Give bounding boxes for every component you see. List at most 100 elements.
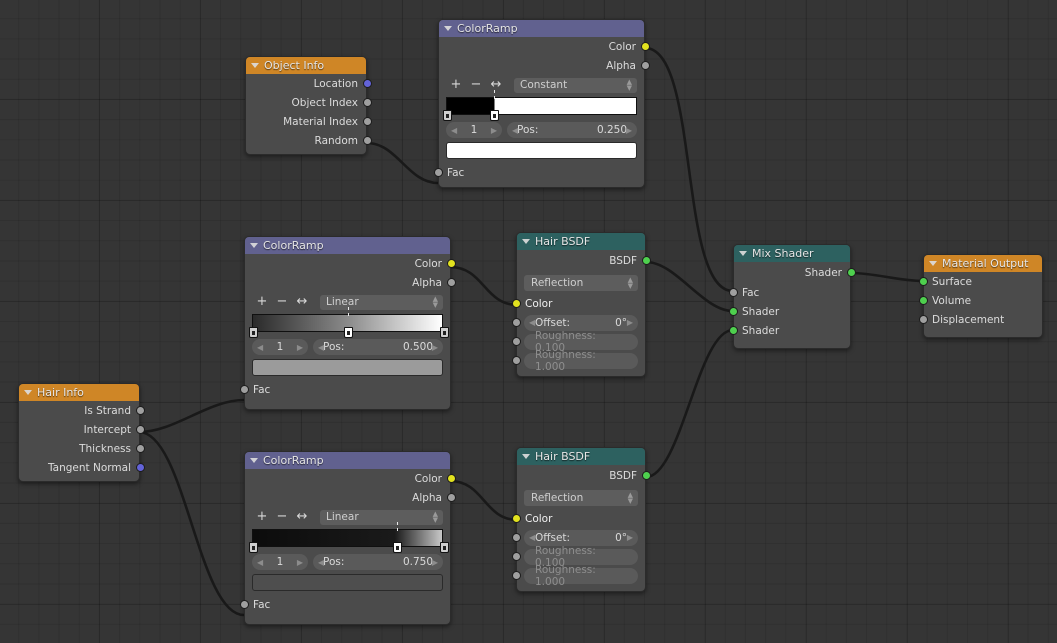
socket-fac[interactable] [240,600,249,609]
roughness-v-slider[interactable]: Roughness: 1.000 [524,568,638,584]
roughness-u-slider[interactable]: Roughness: 0.100 [524,334,638,350]
node-header-hair-info[interactable]: Hair Info [19,384,139,401]
output-socket-row-alpha[interactable]: Alpha [245,488,450,507]
decrement-icon[interactable]: ◀ [451,126,457,135]
socket-displacement[interactable] [919,315,928,324]
stop-color-swatch[interactable] [252,359,443,376]
node-header-colorramp-top[interactable]: ColorRamp [439,20,644,37]
output-socket-row-alpha[interactable]: Alpha [439,56,644,75]
offset-slider[interactable]: ◀ Offset: 0° ▶ [524,530,638,546]
increment-icon[interactable]: ▶ [627,533,633,542]
decrement-icon[interactable]: ◀ [512,126,518,135]
socket-bsdf[interactable] [642,471,651,480]
collapse-triangle-icon[interactable] [250,243,258,248]
output-socket-row-tangent-normal[interactable]: Tangent Normal [19,458,139,477]
stop-color-swatch[interactable] [252,574,443,591]
component-select[interactable]: Reflection ▲▼ [524,275,638,291]
socket-color[interactable] [447,474,456,483]
node-colorramp-top[interactable]: ColorRamp Color Alpha + − ↔ Constant ▲▼ [438,19,645,188]
decrement-icon[interactable]: ◀ [257,343,263,352]
input-socket-row-color[interactable]: Color [517,294,645,313]
roughness-v-slider[interactable]: Roughness: 1.000 [524,353,638,369]
socket-shader-out[interactable] [847,268,856,277]
input-socket-row-fac[interactable]: Fac [245,595,450,614]
output-socket-row-intercept[interactable]: Intercept [19,420,139,439]
node-hair-info[interactable]: Hair Info Is Strand Intercept Thickness … [18,383,140,482]
color-stop[interactable] [440,327,449,338]
stop-position-field[interactable]: ◀ Pos: 0.250 ▶ [507,122,637,138]
socket-random[interactable] [363,136,372,145]
colorramp-toolbar[interactable]: + − ↔ Linear ▲▼ [245,507,450,527]
decrement-icon[interactable]: ◀ [318,343,324,352]
colorramp-value-row[interactable]: ◀ 1 ▶ ◀ Pos: 0.500 ▶ [245,336,450,355]
collapse-triangle-icon[interactable] [739,251,747,256]
output-socket-row-color[interactable]: Color [245,254,450,273]
add-stop-icon[interactable]: + [446,78,466,92]
output-socket-row-object-index[interactable]: Object Index [246,93,366,112]
node-header-colorramp-mid[interactable]: ColorRamp [245,237,450,254]
input-socket-row-fac[interactable]: Fac [245,380,450,399]
decrement-icon[interactable]: ◀ [257,558,263,567]
socket-intercept[interactable] [136,425,145,434]
node-mix-shader[interactable]: Mix Shader Shader Fac Shader Shader [733,244,851,349]
socket-object-index[interactable] [363,98,372,107]
node-header-object-info[interactable]: Object Info [246,57,366,74]
socket-offset[interactable] [512,318,521,327]
collapse-triangle-icon[interactable] [24,390,32,395]
socket-roughness-v[interactable] [512,356,521,365]
node-header-material-output[interactable]: Material Output [924,255,1042,272]
component-select[interactable]: Reflection ▲▼ [524,490,638,506]
node-header-colorramp-bottom[interactable]: ColorRamp [245,452,450,469]
decrement-icon[interactable]: ◀ [529,533,535,542]
socket-volume[interactable] [919,296,928,305]
output-socket-row-color[interactable]: Color [439,37,644,56]
stop-position-field[interactable]: ◀ Pos: 0.750 ▶ [313,554,443,570]
output-socket-row-thickness[interactable]: Thickness [19,439,139,458]
colorramp-value-row[interactable]: ◀ 1 ▶ ◀ Pos: 0.750 ▶ [245,551,450,570]
socket-alpha[interactable] [447,493,456,502]
colorramp-gradient-area[interactable] [252,529,443,551]
socket-shader-1[interactable] [729,307,738,316]
increment-icon[interactable]: ▶ [491,126,497,135]
remove-stop-icon[interactable]: − [272,510,292,524]
socket-shader-2[interactable] [729,326,738,335]
color-stop[interactable] [249,542,258,553]
socket-color[interactable] [512,299,521,308]
colorramp-gradient-bar[interactable] [252,529,443,547]
remove-stop-icon[interactable]: − [466,78,486,92]
colorramp-toolbar[interactable]: + − ↔ Constant ▲▼ [439,75,644,95]
node-header-hair-bsdf-top[interactable]: Hair BSDF [517,233,645,250]
collapse-triangle-icon[interactable] [522,239,530,244]
color-stop-selected[interactable] [393,542,402,553]
add-stop-icon[interactable]: + [252,510,272,524]
output-socket-row-random[interactable]: Random [246,131,366,150]
socket-roughness-u[interactable] [512,337,521,346]
interpolation-select[interactable]: Linear ▲▼ [320,510,443,525]
input-socket-row-displacement[interactable]: Displacement [924,310,1042,329]
stop-color-swatch[interactable] [446,142,637,159]
input-socket-row-shader-1[interactable]: Shader [734,302,850,321]
socket-material-index[interactable] [363,117,372,126]
increment-icon[interactable]: ▶ [297,343,303,352]
stop-index-field[interactable]: ◀ 1 ▶ [446,122,502,138]
flip-ramp-icon[interactable]: ↔ [292,295,312,309]
increment-icon[interactable]: ▶ [432,558,438,567]
node-hair-bsdf-top[interactable]: Hair BSDF BSDF Reflection ▲▼ Color ◀ Off… [516,232,646,377]
input-socket-row-volume[interactable]: Volume [924,291,1042,310]
socket-alpha[interactable] [447,278,456,287]
node-header-hair-bsdf-bottom[interactable]: Hair BSDF [517,448,645,465]
output-socket-row-alpha[interactable]: Alpha [245,273,450,292]
flip-ramp-icon[interactable]: ↔ [486,78,506,92]
output-socket-row-color[interactable]: Color [245,469,450,488]
color-stop-selected[interactable] [490,110,499,121]
increment-icon[interactable]: ▶ [297,558,303,567]
output-socket-row-location[interactable]: Location [246,74,366,93]
stop-index-field[interactable]: ◀ 1 ▶ [252,339,308,355]
socket-location[interactable] [363,79,372,88]
socket-color[interactable] [447,259,456,268]
output-socket-row-material-index[interactable]: Material Index [246,112,366,131]
colorramp-gradient-area[interactable] [252,314,443,336]
interpolation-select[interactable]: Constant ▲▼ [514,78,637,93]
color-stop-selected[interactable] [344,327,353,338]
color-stop[interactable] [443,110,452,121]
